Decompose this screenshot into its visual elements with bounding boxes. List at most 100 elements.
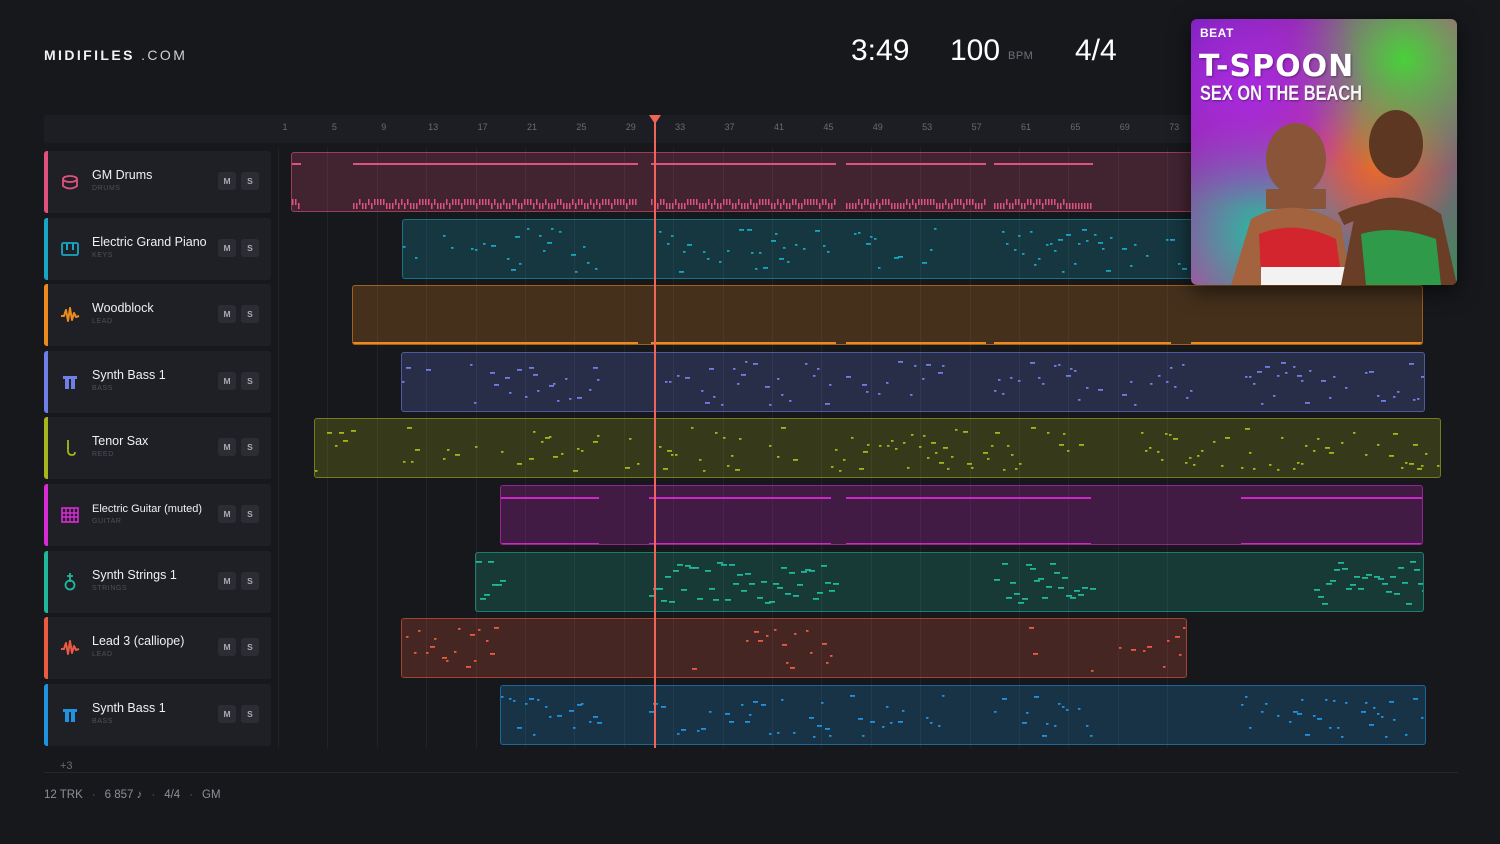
ruler-tick: 41 <box>773 122 785 132</box>
mute-button[interactable]: M <box>218 638 236 657</box>
track-name: Lead 3 (calliope) <box>92 634 185 649</box>
track-header[interactable]: Electric Grand Piano KEYS M S <box>44 217 271 280</box>
playhead-marker[interactable] <box>649 115 661 124</box>
track-category: LEAD <box>92 651 113 659</box>
track-header[interactable]: Tenor Sax REED M S <box>44 417 271 480</box>
midi-clip[interactable] <box>500 485 1423 545</box>
solo-button[interactable]: S <box>241 505 259 523</box>
track-name: Synth Bass 1 <box>92 700 166 715</box>
solo-button[interactable]: S <box>241 704 259 723</box>
track-color-bar <box>44 484 48 546</box>
playhead[interactable] <box>654 122 656 748</box>
solo-button[interactable]: S <box>241 438 259 457</box>
clip-notes <box>315 427 1440 473</box>
drum-icon <box>60 172 80 192</box>
bass-icon <box>60 372 80 392</box>
mute-button[interactable]: M <box>218 438 236 457</box>
site-logo[interactable]: MIDIFILES .COM <box>44 47 187 63</box>
note-count: 6 857 ♪ <box>104 789 143 801</box>
mute-button[interactable]: M <box>218 305 236 324</box>
ruler-tick: 25 <box>576 122 587 132</box>
clip-notes <box>501 694 1424 738</box>
solo-button[interactable]: S <box>241 571 259 590</box>
sax-icon <box>60 438 80 458</box>
grid-line <box>278 148 279 748</box>
clip-notes <box>402 360 1424 406</box>
cover-label: BEAT <box>1200 26 1234 40</box>
guitar-grid-icon <box>60 505 80 525</box>
solo-button[interactable]: S <box>241 371 259 390</box>
solo-button[interactable]: S <box>241 305 259 324</box>
piano-icon <box>60 239 80 259</box>
cover-title: SEX ON THE BEACH <box>1200 82 1363 105</box>
ruler-tick: 45 <box>823 122 834 132</box>
ruler-tick: 65 <box>1070 122 1081 132</box>
track-header[interactable]: Lead 3 (calliope) LEAD M S <box>44 617 271 680</box>
midi-clip[interactable] <box>352 285 1423 346</box>
mute-button[interactable]: M <box>218 172 236 190</box>
solo-button[interactable]: S <box>241 172 259 190</box>
track-color-bar <box>44 284 48 347</box>
ruler-tick: 61 <box>1020 122 1032 132</box>
album-cover: BEAT T-SPOON SEX ON THE BEACH <box>1191 19 1457 285</box>
ruler-tick: 53 <box>922 122 933 132</box>
track-color-bar <box>44 417 48 480</box>
ruler-tick: 73 <box>1169 122 1180 132</box>
footer-time-signature: 4/4 <box>164 789 181 801</box>
logo-tld: .COM <box>141 47 188 63</box>
track-header[interactable]: Synth Bass 1 BASS M S <box>44 350 271 413</box>
bass-icon <box>60 705 80 725</box>
solo-button[interactable]: S <box>241 238 259 257</box>
clip-notes <box>406 627 1186 672</box>
track-category: BASS <box>92 717 114 725</box>
track-name: Tenor Sax <box>92 434 149 449</box>
track-category: GUITAR <box>92 518 122 525</box>
track-header[interactable]: Synth Bass 1 BASS M S <box>44 683 271 746</box>
strings-icon <box>60 572 80 592</box>
midi-clip[interactable] <box>401 618 1187 679</box>
solo-button[interactable]: S <box>241 638 259 657</box>
ruler-tick: 49 <box>872 122 883 132</box>
track-header[interactable]: Woodblock LEAD M S <box>44 284 271 347</box>
track-category: KEYS <box>92 251 114 259</box>
track-header[interactable]: Electric Guitar (muted) GUITAR M S <box>44 484 271 546</box>
ruler-tick: 37 <box>724 122 735 132</box>
midi-clip[interactable] <box>401 351 1425 412</box>
mute-button[interactable]: M <box>218 704 236 723</box>
track-color-bar <box>44 217 48 280</box>
footer-divider <box>44 772 1458 773</box>
mute-button[interactable]: M <box>218 371 236 390</box>
cover-artist: T-SPOON <box>1199 49 1355 84</box>
track-category: STRINGS <box>92 584 128 592</box>
track-name: Woodblock <box>92 301 154 316</box>
wave-icon <box>60 305 80 325</box>
track-name: Electric Grand Piano <box>92 234 207 249</box>
midi-clip[interactable] <box>500 684 1426 745</box>
ruler-tick: 69 <box>1119 122 1130 132</box>
wave-icon <box>60 638 80 658</box>
ruler-tick: 57 <box>971 122 982 132</box>
ruler-tick: 13 <box>428 122 439 132</box>
ruler-tick: 17 <box>477 122 488 132</box>
ruler-tick: 5 <box>331 122 337 132</box>
song-duration: 3:49 <box>851 34 910 67</box>
track-color-bar <box>44 151 48 213</box>
track-color-bar <box>44 350 48 413</box>
clip-notes <box>501 497 1422 544</box>
track-category: LEAD <box>92 318 113 326</box>
tempo-value: 100 <box>950 34 1001 67</box>
ruler-tick: 9 <box>381 122 387 132</box>
mute-button[interactable]: M <box>218 505 236 523</box>
footer-stats: 12 TRK · 6 857 ♪ · 4/4 · GM <box>44 789 221 801</box>
track-header[interactable]: GM Drums DRUMS M S <box>44 151 271 213</box>
track-name: Synth Bass 1 <box>92 367 166 382</box>
more-tracks-indicator[interactable]: +3 <box>60 760 73 772</box>
mute-button[interactable]: M <box>218 238 236 257</box>
ruler-tick: 29 <box>625 122 636 132</box>
track-name: Electric Guitar (muted) <box>92 503 203 515</box>
mute-button[interactable]: M <box>218 571 236 590</box>
track-header[interactable]: Synth Strings 1 STRINGS M S <box>44 550 271 613</box>
midi-clip[interactable] <box>314 418 1441 479</box>
track-name: GM Drums <box>92 168 153 182</box>
midi-clip[interactable] <box>475 551 1424 612</box>
